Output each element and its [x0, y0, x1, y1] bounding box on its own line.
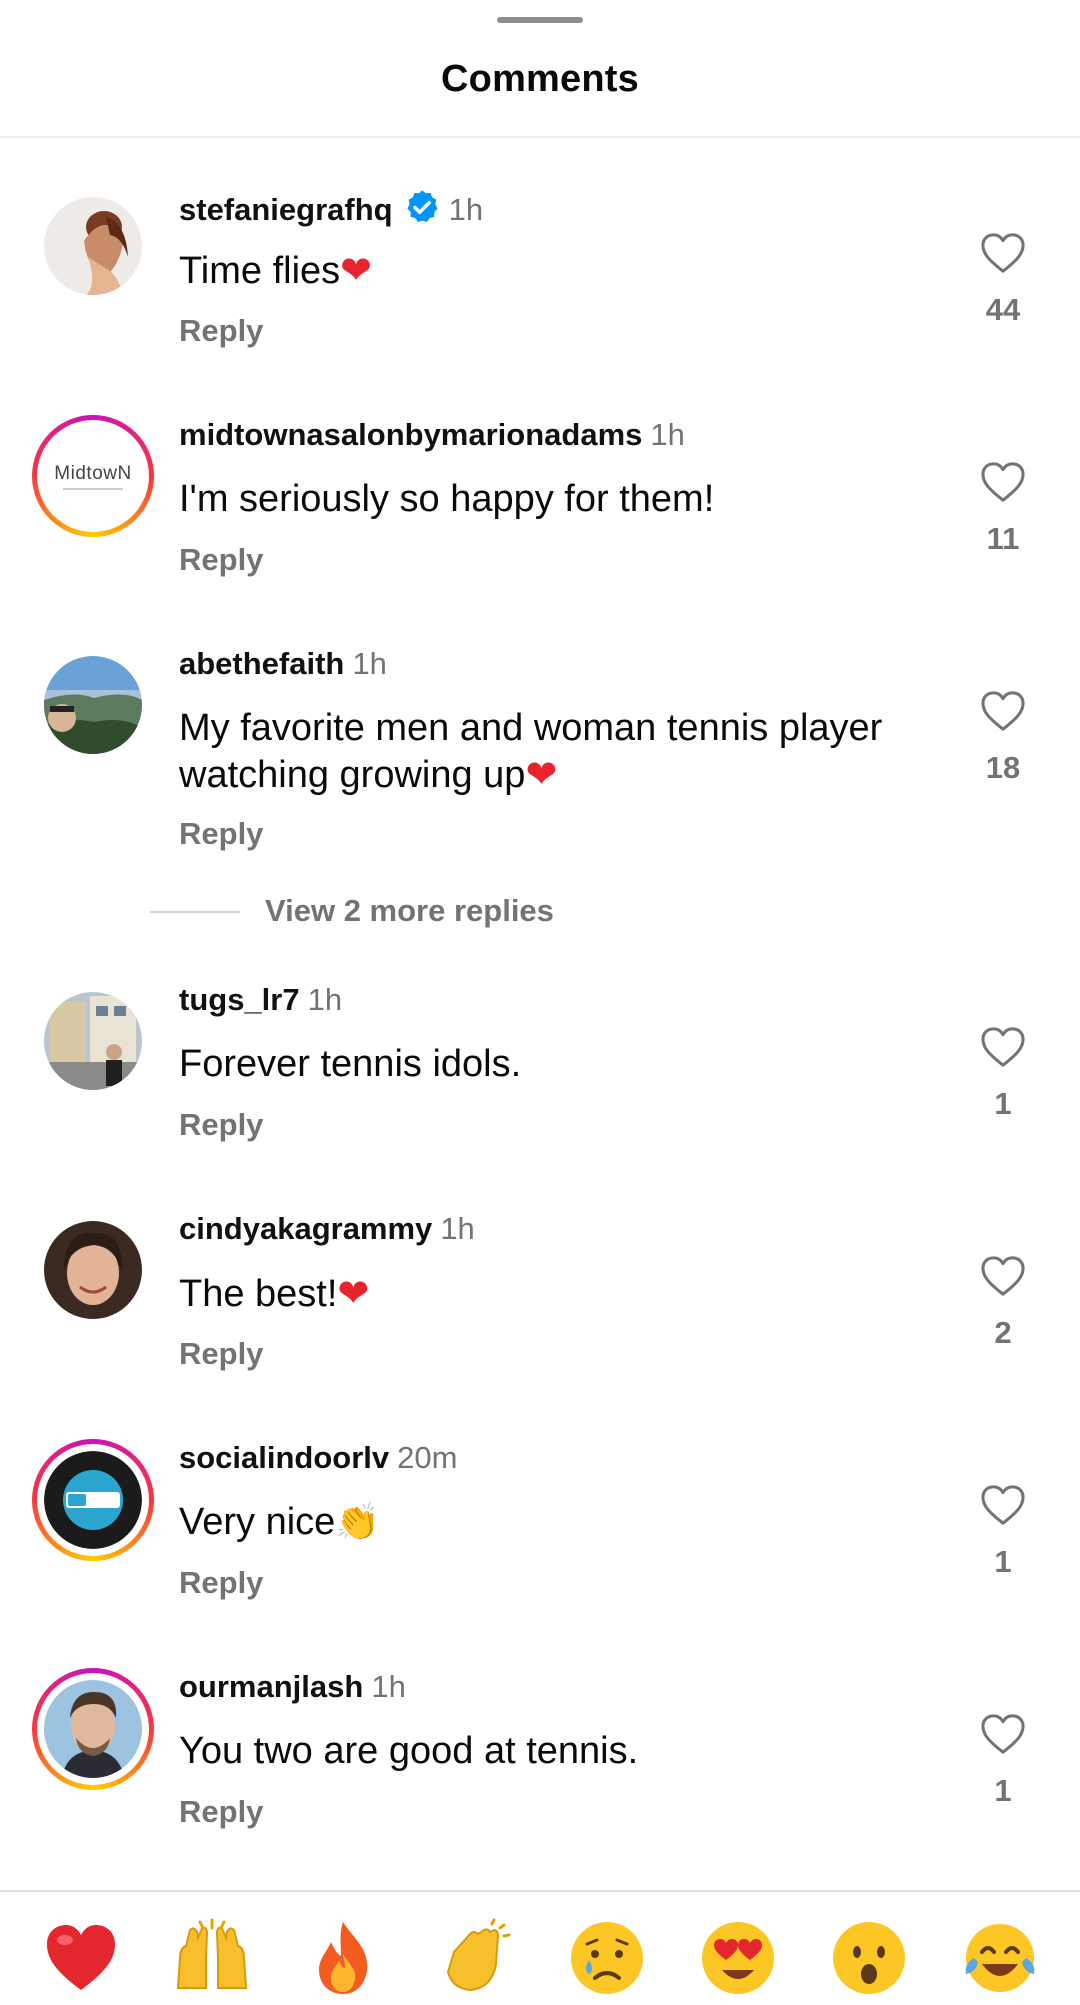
avatar[interactable] — [44, 197, 142, 295]
comment-text-line-2: watching growing up — [179, 754, 526, 796]
header-divider — [0, 136, 1080, 138]
like-count: 11 — [986, 521, 1020, 556]
red-heart-icon[interactable] — [41, 1918, 121, 1998]
quick-reactions-bar — [0, 1918, 1080, 1998]
clapping-hands-icon[interactable] — [436, 1918, 516, 1998]
like-heart-icon[interactable] — [975, 1484, 1031, 1531]
raising-hands-icon[interactable] — [172, 1918, 252, 1998]
clapping-hands-emoji-icon: 👏 — [335, 1502, 381, 1543]
like-heart-icon[interactable] — [975, 690, 1031, 737]
surprised-face-icon[interactable] — [829, 1918, 909, 1998]
like-count: 44 — [985, 292, 1021, 327]
comment-time: 1h — [307, 982, 343, 1017]
comment-text-line-1: My favorite men and woman tennis player — [179, 707, 883, 749]
drag-handle[interactable] — [497, 17, 583, 23]
like-heart-icon[interactable] — [975, 461, 1031, 508]
view-more-replies-label: View 2 more replies — [265, 893, 554, 928]
avatar: MidtowN — [44, 427, 142, 525]
avatar[interactable] — [44, 656, 142, 754]
heart-eyes-face-icon[interactable] — [698, 1918, 778, 1998]
like-count: 1 — [994, 1544, 1012, 1579]
reply-button[interactable]: Reply — [179, 1336, 263, 1372]
avatar[interactable] — [44, 1221, 142, 1319]
avatar — [44, 1680, 142, 1778]
comment-text: Forever tennis idols. — [179, 1043, 522, 1085]
red-heart-emoji-icon: ❤ — [525, 752, 558, 796]
comment-time: 1h — [440, 1211, 475, 1246]
comment-text: You two are good at tennis. — [179, 1730, 639, 1772]
like-count: 18 — [985, 750, 1021, 785]
comment-text: Very nice — [179, 1501, 336, 1543]
like-heart-icon[interactable] — [975, 232, 1031, 279]
comment-time: 20m — [397, 1440, 458, 1475]
reply-button[interactable]: Reply — [179, 1107, 263, 1143]
comment-username[interactable]: midtownasalonbymarionadams — [179, 417, 642, 452]
like-heart-icon[interactable] — [975, 1713, 1031, 1760]
verified-badge-icon — [403, 188, 441, 234]
crying-face-icon[interactable] — [567, 1918, 647, 1998]
reactions-divider — [0, 1890, 1080, 1892]
avatar — [44, 1451, 142, 1549]
story-ring[interactable] — [32, 1439, 154, 1561]
reply-button[interactable]: Reply — [179, 816, 263, 852]
like-heart-icon[interactable] — [975, 1255, 1031, 1302]
comment-text: Time flies — [179, 250, 341, 292]
comments-sheet: Comments stefaniegrafhq 1h Time flies❤ Re… — [0, 0, 1080, 2005]
comment-time: 1h — [371, 1669, 406, 1704]
comment-time: 1h — [650, 417, 685, 452]
avatar[interactable] — [44, 992, 142, 1090]
comment-text: I'm seriously so happy for them! — [179, 478, 715, 520]
like-count: 2 — [994, 1315, 1012, 1350]
comment-username[interactable]: ourmanjlash — [179, 1669, 363, 1704]
thread-line — [150, 911, 240, 913]
reply-button[interactable]: Reply — [179, 1565, 263, 1601]
comment-username[interactable]: tugs_lr7 — [179, 982, 300, 1017]
comment-username[interactable]: stefaniegrafhq — [179, 192, 393, 227]
red-heart-emoji-icon: ❤ — [337, 1271, 370, 1315]
reply-button[interactable]: Reply — [179, 1794, 263, 1830]
sheet-title: Comments — [441, 58, 639, 100]
like-heart-icon[interactable] — [975, 1026, 1031, 1073]
tears-of-joy-face-icon[interactable] — [960, 1918, 1040, 1998]
like-count: 1 — [994, 1086, 1012, 1121]
comment-username[interactable]: cindyakagrammy — [179, 1211, 432, 1246]
story-ring[interactable]: MidtowN — [32, 415, 154, 537]
fire-icon[interactable] — [303, 1918, 383, 1998]
like-count: 1 — [994, 1773, 1012, 1808]
comment-text: The best! — [179, 1273, 338, 1315]
comment-time: 1h — [448, 192, 484, 227]
reply-button[interactable]: Reply — [179, 542, 263, 578]
comment-username[interactable]: abethefaith — [179, 646, 344, 681]
avatar-logo-text: MidtowN — [54, 462, 132, 484]
story-ring[interactable] — [32, 1668, 154, 1790]
reply-button[interactable]: Reply — [179, 313, 263, 349]
comment-username[interactable]: socialindoorlv — [179, 1440, 389, 1475]
comment-time: 1h — [352, 646, 387, 681]
red-heart-emoji-icon: ❤ — [340, 248, 373, 292]
